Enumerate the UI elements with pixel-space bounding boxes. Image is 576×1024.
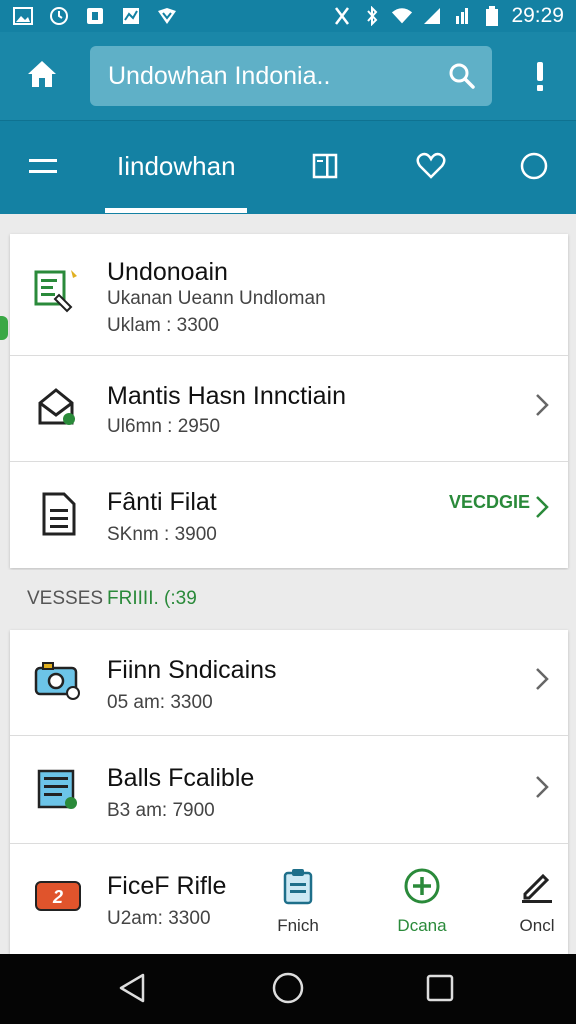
tab-profile[interactable] [517,151,551,185]
row-title: Mantis Hasn Innctiain [107,382,347,410]
list-item[interactable]: Fiinn Sndicains 05 am: 3300 [10,630,568,736]
chevron-right-icon [532,390,552,420]
tab-document[interactable] [308,151,342,185]
app-bar [0,32,576,120]
file-icon [32,488,84,540]
tab-favorites[interactable] [414,151,448,185]
section-label: VESSES [27,588,104,609]
search-icon[interactable] [446,60,478,92]
tab-bar: Iindowhan [0,120,576,214]
wifi-icon [391,6,413,26]
tag-icon: 2 [32,870,84,922]
back-button[interactable] [114,972,150,1008]
section-count: FRIIII. (:39 [107,588,197,609]
edit-action-button[interactable]: Oncl [492,866,576,946]
action-label: Fnich [277,916,319,935]
chart-notification-icon [120,6,142,26]
add-action-button[interactable]: Dcana [377,866,467,946]
heart-icon [416,152,446,185]
status-time: 29:29 [511,4,564,27]
nfc-icon [331,6,353,26]
card-primary: Undonoain Ukanan Ueann Undloman Uklam : … [10,234,568,568]
side-accent [0,316,8,340]
finish-action-button[interactable]: Fnich [253,866,343,946]
home-icon [25,58,59,95]
list-item[interactable]: Mantis Hasn Innctiain Ul6mn : 2950 [10,356,568,462]
list-item[interactable]: Fânti Filat SKnm : 3900 VECDGIE [10,462,568,568]
signal-secondary-icon [451,6,473,26]
hamburger-icon [28,159,58,183]
svg-text:2: 2 [52,887,63,907]
chevron-right-icon [532,664,552,694]
clock-notification-icon [48,6,70,26]
home-nav-button[interactable] [270,972,306,1008]
system-navigation-bar [0,954,576,1024]
row-subtitle: SKnm : 3900 [107,524,217,545]
status-badge: VECDGIE [448,492,530,512]
clipboard-icon [278,866,318,906]
spreadsheet-icon [32,764,84,816]
status-bar: 29:29 [0,0,576,32]
menu-button[interactable] [28,153,60,183]
row-title: Fânti Filat [107,488,217,516]
row-meta: Uklam : 3300 [107,315,219,336]
more-options-button[interactable] [526,58,554,98]
edit-document-icon [32,266,84,318]
circle-icon [519,151,549,186]
list-item[interactable]: Balls Fcalible B3 am: 7900 [10,736,568,844]
chevron-right-icon [532,492,552,522]
camera-icon [32,656,84,708]
search-box [90,46,492,106]
exclamation-icon [535,60,545,97]
chevron-right-icon [532,772,552,802]
tab-active[interactable]: Iindowhan [105,121,247,215]
pencil-icon [517,866,557,906]
row-subtitle: B3 am: 7900 [107,800,215,821]
action-label: Oncl [519,916,555,935]
tab-active-label: Iindowhan [117,151,236,181]
battery-icon [481,6,503,26]
home-circle-icon [271,971,305,1010]
row-subtitle: Ukanan Ueann Undloman [107,288,326,309]
back-triangle-icon [117,972,147,1009]
tab-indicator [105,208,247,213]
row-subtitle: U2am: 3300 [107,908,211,929]
list-item[interactable]: Undonoain Ukanan Ueann Undloman Uklam : … [10,234,568,356]
recents-button[interactable] [422,972,458,1008]
home-button[interactable] [22,56,62,96]
row-subtitle: Ul6mn : 2950 [107,416,221,437]
row-title: Fiinn Sndicains [107,656,277,684]
row-subtitle: 05 am: 3300 [107,692,213,713]
document-tab-icon [312,152,338,185]
bluetooth-icon [361,6,383,26]
app-notification-icon [84,6,106,26]
add-circle-icon [402,866,442,906]
row-title: Undonoain [107,258,228,286]
row-title: FiceF Rifle [107,872,227,900]
shield-notification-icon [156,6,178,26]
row-title: Balls Fcalible [107,764,255,792]
image-notification-icon [12,6,34,26]
section-header: VESSES FRIIII. (:39 [0,570,576,628]
search-input[interactable] [108,61,446,91]
signal-icon [421,6,443,26]
mail-check-icon [32,382,84,434]
recents-square-icon [425,973,455,1008]
action-label: Dcana [397,916,447,935]
